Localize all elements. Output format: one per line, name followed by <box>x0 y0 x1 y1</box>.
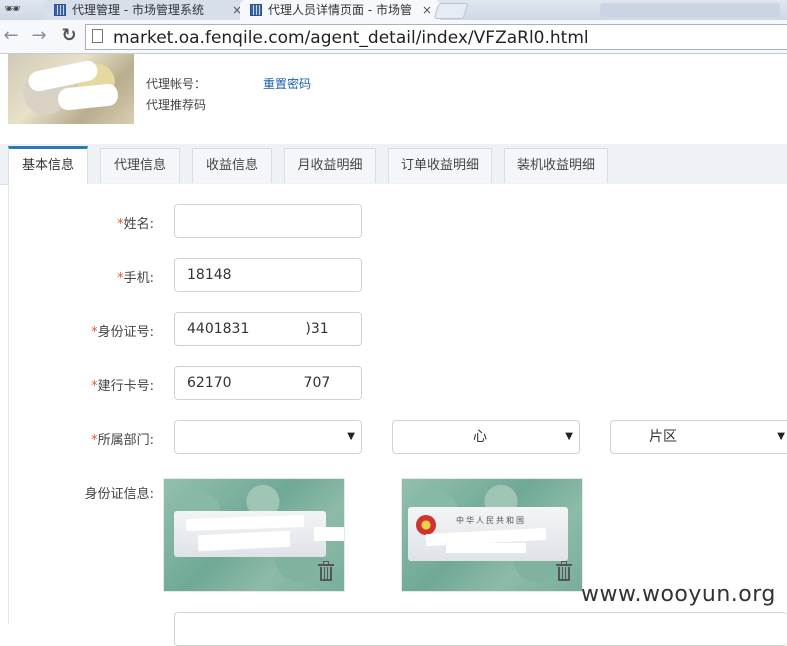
name-input[interactable] <box>174 204 362 238</box>
site-favicon-icon <box>54 4 66 16</box>
phone-label: *手机: <box>117 271 154 286</box>
department-label: *所属部门: <box>91 433 154 448</box>
reset-password-link[interactable]: 重置密码 <box>263 75 311 92</box>
page-icon <box>92 29 103 43</box>
redaction-mark <box>405 429 473 445</box>
tab-order-earnings[interactable]: 订单收益明细 <box>388 148 492 183</box>
id-card-info-label: 身份证信息: <box>84 487 154 502</box>
basic-info-form <box>8 184 787 624</box>
id-number-input[interactable]: 4401831)31 <box>174 312 362 346</box>
name-label: *姓名: <box>117 217 154 232</box>
trash-lid <box>556 564 572 566</box>
bank-card-label: *建行卡号: <box>91 379 154 394</box>
chevron-down-icon: ▼ <box>347 431 355 442</box>
detail-tabs: 基本信息 代理信息 收益信息 月收益明细 订单收益明细 装机收益明细 <box>0 144 787 185</box>
id-number-label: *身份证号: <box>91 325 154 340</box>
redaction-mark <box>623 429 649 445</box>
browser-tab-agent-management[interactable]: 代理管理 - 市场管理系统 × <box>44 0 250 20</box>
browser-toolbar: ← → ↻ market.oa.fenqile.com/agent_detail… <box>0 20 787 54</box>
url-text[interactable]: market.oa.fenqile.com/agent_detail/index… <box>113 27 589 49</box>
address-bar[interactable]: market.oa.fenqile.com/agent_detail/index… <box>85 24 787 50</box>
redaction-mark <box>446 543 526 553</box>
trash-can <box>320 567 332 581</box>
tab-earnings-info[interactable]: 收益信息 <box>192 148 272 183</box>
remark-input[interactable] <box>174 612 787 646</box>
chevron-down-icon: ▼ <box>777 431 785 442</box>
tab-basic-info[interactable]: 基本信息 <box>8 146 88 184</box>
redaction-mark <box>249 321 306 337</box>
incognito-icon: 🕶 <box>4 2 21 17</box>
bank-card-input[interactable]: 62170 707 <box>174 366 362 400</box>
watermark: www.wooyun.org <box>581 582 776 607</box>
card-back-text: 中华人民共和国 <box>456 516 526 525</box>
site-favicon-icon <box>250 4 262 16</box>
browser-tab-blurred[interactable] <box>600 3 780 17</box>
redaction-mark <box>57 82 119 112</box>
tab-monthly-earnings[interactable]: 月收益明细 <box>284 148 376 183</box>
redaction-mark <box>206 98 253 113</box>
redaction-mark <box>206 77 267 92</box>
phone-input[interactable]: 18148 <box>174 258 362 292</box>
tab-agent-info[interactable]: 代理信息 <box>100 148 180 183</box>
id-card-back-image[interactable]: 中华人民共和国 <box>402 479 582 591</box>
agent-account-label: 代理帐号： <box>146 77 207 91</box>
trash-lid <box>318 564 334 566</box>
reload-icon[interactable]: ↻ <box>58 25 80 47</box>
redaction-mark <box>231 375 304 391</box>
chevron-down-icon: ▼ <box>565 431 573 442</box>
department-select-3[interactable]: 片区 ▼ <box>610 420 787 454</box>
agent-account-line: 代理帐号： <box>146 75 267 92</box>
id-card-front-image[interactable] <box>164 479 344 591</box>
back-arrow-icon[interactable]: ← <box>0 25 22 47</box>
agent-avatar <box>8 54 134 124</box>
department-select-1[interactable]: ▼ <box>174 420 362 454</box>
tab-install-earnings[interactable]: 装机收益明细 <box>504 148 608 183</box>
department-select-2[interactable]: 心 ▼ <box>392 420 580 454</box>
agent-referral-line: 代理推荐码 <box>146 96 253 113</box>
delete-back-trash-icon[interactable] <box>556 561 572 581</box>
national-emblem-icon <box>416 515 436 535</box>
browser-tab-agent-detail[interactable]: 代理人员详情页面 - 市场管 × <box>240 0 440 20</box>
delete-front-trash-icon[interactable] <box>318 561 334 581</box>
agent-referral-label: 代理推荐码 <box>146 98 207 112</box>
forward-arrow-icon[interactable]: → <box>28 25 50 47</box>
redaction-mark <box>314 527 344 541</box>
browser-tab-strip: 🕶 代理管理 - 市场管理系统 × 代理人员详情页面 - 市场管 × <box>0 0 787 20</box>
trash-can <box>558 567 570 581</box>
tab-close-icon[interactable]: × <box>422 0 432 20</box>
new-tab-button[interactable] <box>433 3 469 19</box>
